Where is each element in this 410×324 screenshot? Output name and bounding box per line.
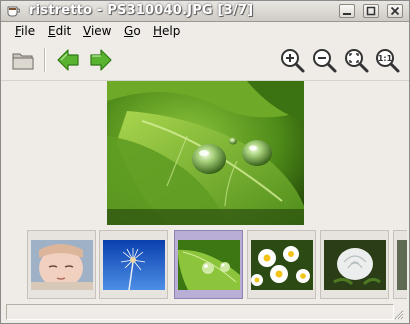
menu-bar: File Edit View Go Help — [1, 22, 409, 41]
menu-view[interactable]: View — [83, 24, 111, 38]
minimize-icon — [343, 13, 351, 15]
resize-grip-icon[interactable] — [392, 308, 404, 320]
menu-help[interactable]: Help — [153, 24, 180, 38]
toolbar: 1:1 — [1, 42, 409, 81]
menu-go[interactable]: Go — [124, 24, 141, 38]
zoom-out-icon — [313, 49, 337, 73]
thumbnail-1[interactable] — [27, 230, 96, 299]
zoom-100-label: 1:1 — [378, 54, 393, 63]
zoom-100-button[interactable]: 1:1 — [373, 46, 401, 74]
zoom-out-button[interactable] — [310, 46, 338, 74]
thumbnail-3-selected[interactable] — [174, 230, 243, 299]
menu-file[interactable]: File — [15, 24, 35, 38]
thumbnail-white-rose-image — [324, 240, 386, 290]
maximize-icon — [366, 6, 376, 16]
zoom-in-button[interactable] — [278, 46, 306, 74]
thumbnail-5[interactable] — [320, 230, 389, 299]
zoom-100-icon: 1:1 — [376, 49, 400, 73]
close-icon — [390, 6, 400, 16]
thumbnail-partial-image — [397, 240, 407, 290]
window-title: ristretto - PS310040.JPG [3/7] — [29, 3, 254, 18]
thumbnail-leaf-drops-image — [178, 240, 240, 290]
thumbnail-2[interactable] — [99, 230, 168, 299]
zoom-in-icon — [281, 49, 305, 73]
thumbnail-baby-image — [31, 240, 93, 290]
back-arrow-icon — [57, 49, 79, 71]
back-button[interactable] — [55, 46, 83, 74]
zoom-fit-icon — [345, 49, 369, 73]
thumbnail-dandelion-image — [103, 240, 165, 290]
forward-arrow-icon — [90, 49, 112, 71]
thumbnail-daisies-image — [251, 240, 313, 290]
status-text — [6, 304, 394, 320]
thumbnail-6-partial[interactable] — [393, 230, 407, 299]
toolbar-separator — [44, 48, 46, 72]
maximize-button[interactable] — [363, 4, 379, 18]
image-viewer[interactable] — [3, 81, 407, 227]
menu-edit[interactable]: Edit — [48, 24, 71, 38]
thumbnail-strip — [3, 228, 407, 301]
app-window: ristretto - PS310040.JPG [3/7] File Edit… — [0, 0, 410, 324]
thumbnail-4[interactable] — [247, 230, 316, 299]
zoom-fit-button[interactable] — [342, 46, 370, 74]
minimize-button[interactable] — [339, 4, 355, 18]
status-bar — [3, 303, 407, 322]
forward-button[interactable] — [86, 46, 114, 74]
open-button[interactable] — [10, 46, 38, 74]
title-bar[interactable]: ristretto - PS310040.JPG [3/7] — [1, 1, 409, 22]
open-folder-icon — [12, 53, 34, 70]
main-photo — [107, 81, 304, 225]
coffee-cup-icon — [7, 6, 20, 17]
close-button[interactable] — [387, 4, 403, 18]
